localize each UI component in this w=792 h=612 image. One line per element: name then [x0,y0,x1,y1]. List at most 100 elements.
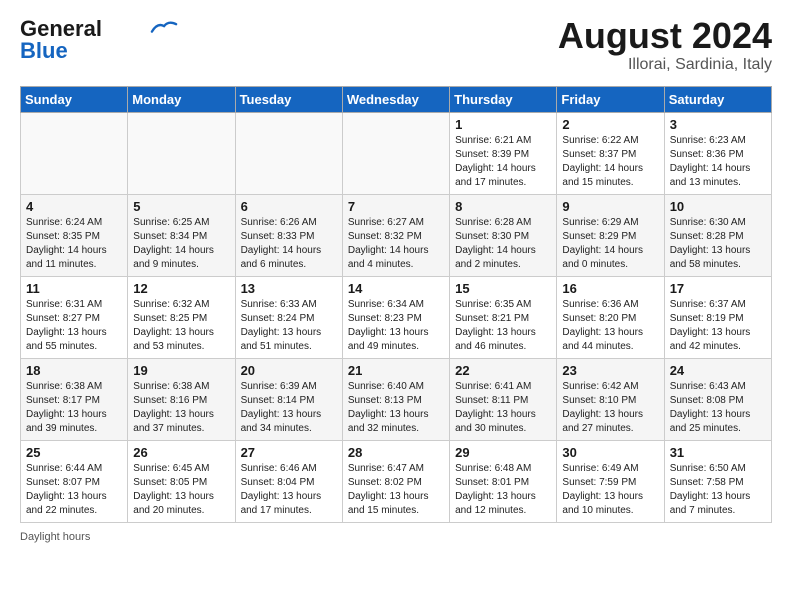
day-number: 2 [562,117,658,132]
day-number: 27 [241,445,337,460]
calendar-day-cell: 3Sunrise: 6:23 AMSunset: 8:36 PMDaylight… [664,112,771,194]
calendar-week-row: 18 Sunrise: 6:38 AMSunset: 8:17 PMDayligh… [21,358,772,440]
calendar-day-cell: 15 Sunrise: 6:35 AMSunset: 8:21 PMDayligh… [450,276,557,358]
day-number: 13 [241,281,337,296]
day-info: Sunrise: 6:36 AMSunset: 8:20 PMDaylight:… [562,298,658,354]
day-number: 18 [26,363,122,378]
day-info: Sunrise: 6:42 AMSunset: 8:10 PMDaylight:… [562,380,658,436]
day-number: 10 [670,199,766,214]
calendar-week-row: 11Sunrise: 6:31 AMSunset: 8:27 PMDayligh… [21,276,772,358]
calendar-day-cell: 6 Sunrise: 6:26 AMSunset: 8:33 PMDaylight… [235,194,342,276]
day-number: 15 [455,281,551,296]
day-info: Sunrise: 6:45 AMSunset: 8:05 PMDaylight:… [133,462,229,518]
day-info: Sunrise: 6:38 AMSunset: 8:16 PMDaylight:… [133,380,229,436]
day-number: 19 [133,363,229,378]
day-number: 21 [348,363,444,378]
day-number: 20 [241,363,337,378]
calendar-day-cell: 27 Sunrise: 6:46 AMSunset: 8:04 PMDayligh… [235,440,342,522]
day-info: Sunrise: 6:28 AMSunset: 8:30 PMDaylight:… [455,216,551,272]
day-number: 31 [670,445,766,460]
calendar-day-cell: 18 Sunrise: 6:38 AMSunset: 8:17 PMDayligh… [21,358,128,440]
title-area: August 2024 Illorai, Sardinia, Italy [558,16,772,74]
day-info: Sunrise: 6:26 AMSunset: 8:33 PMDaylight:… [241,216,337,272]
day-info: Sunrise: 6:30 AMSunset: 8:28 PMDaylight:… [670,216,766,272]
day-number: 22 [455,363,551,378]
day-info: Sunrise: 6:32 AMSunset: 8:25 PMDaylight:… [133,298,229,354]
calendar-day-cell: 19 Sunrise: 6:38 AMSunset: 8:16 PMDayligh… [128,358,235,440]
day-info: Sunrise: 6:34 AMSunset: 8:23 PMDaylight:… [348,298,444,354]
day-info: Sunrise: 6:21 AMSunset: 8:39 PMDaylight:… [455,134,551,190]
day-info: Sunrise: 6:47 AMSunset: 8:02 PMDaylight:… [348,462,444,518]
day-info: Sunrise: 6:33 AMSunset: 8:24 PMDaylight:… [241,298,337,354]
day-info: Sunrise: 6:40 AMSunset: 8:13 PMDaylight:… [348,380,444,436]
day-info: Sunrise: 6:44 AMSunset: 8:07 PMDaylight:… [26,462,122,518]
calendar-day-cell: 17 Sunrise: 6:37 AMSunset: 8:19 PMDayligh… [664,276,771,358]
calendar-week-row: 25 Sunrise: 6:44 AMSunset: 8:07 PMDayligh… [21,440,772,522]
calendar-day-cell: 25 Sunrise: 6:44 AMSunset: 8:07 PMDayligh… [21,440,128,522]
calendar-day-header: Thursday [450,86,557,112]
calendar-table: SundayMondayTuesdayWednesdayThursdayFrid… [20,86,772,523]
calendar-day-cell [342,112,449,194]
calendar-day-header: Sunday [21,86,128,112]
calendar-day-cell: 12 Sunrise: 6:32 AMSunset: 8:25 PMDayligh… [128,276,235,358]
day-info: Sunrise: 6:38 AMSunset: 8:17 PMDaylight:… [26,380,122,436]
calendar-day-cell [235,112,342,194]
calendar-day-cell: 13 Sunrise: 6:33 AMSunset: 8:24 PMDayligh… [235,276,342,358]
daylight-label: Daylight hours [20,531,90,543]
day-info: Sunrise: 6:48 AMSunset: 8:01 PMDaylight:… [455,462,551,518]
day-number: 16 [562,281,658,296]
day-number: 23 [562,363,658,378]
day-info: Sunrise: 6:31 AMSunset: 8:27 PMDaylight:… [26,298,122,354]
day-info: Sunrise: 6:27 AMSunset: 8:32 PMDaylight:… [348,216,444,272]
day-number: 17 [670,281,766,296]
calendar-day-header: Monday [128,86,235,112]
calendar-day-cell: 2Sunrise: 6:22 AMSunset: 8:37 PMDaylight… [557,112,664,194]
day-info: Sunrise: 6:29 AMSunset: 8:29 PMDaylight:… [562,216,658,272]
page-header: General Blue August 2024 Illorai, Sardin… [20,16,772,74]
calendar-day-cell: 23 Sunrise: 6:42 AMSunset: 8:10 PMDayligh… [557,358,664,440]
calendar-day-cell: 14 Sunrise: 6:34 AMSunset: 8:23 PMDayligh… [342,276,449,358]
day-info: Sunrise: 6:46 AMSunset: 8:04 PMDaylight:… [241,462,337,518]
day-info: Sunrise: 6:24 AMSunset: 8:35 PMDaylight:… [26,216,122,272]
month-year-title: August 2024 [558,16,772,56]
calendar-day-cell [21,112,128,194]
day-number: 25 [26,445,122,460]
calendar-day-cell: 10 Sunrise: 6:30 AMSunset: 8:28 PMDayligh… [664,194,771,276]
calendar-day-header: Friday [557,86,664,112]
day-number: 28 [348,445,444,460]
day-number: 24 [670,363,766,378]
calendar-header-row: SundayMondayTuesdayWednesdayThursdayFrid… [21,86,772,112]
day-number: 9 [562,199,658,214]
calendar-day-cell: 20Sunrise: 6:39 AMSunset: 8:14 PMDayligh… [235,358,342,440]
calendar-day-cell: 8 Sunrise: 6:28 AMSunset: 8:30 PMDaylight… [450,194,557,276]
logo-bird-icon [150,18,178,36]
day-info: Sunrise: 6:35 AMSunset: 8:21 PMDaylight:… [455,298,551,354]
day-number: 8 [455,199,551,214]
day-info: Sunrise: 6:37 AMSunset: 8:19 PMDaylight:… [670,298,766,354]
day-info: Sunrise: 6:23 AMSunset: 8:36 PMDaylight:… [670,134,766,190]
day-number: 7 [348,199,444,214]
day-number: 4 [26,199,122,214]
day-number: 14 [348,281,444,296]
calendar-week-row: 1 Sunrise: 6:21 AMSunset: 8:39 PMDaylight… [21,112,772,194]
day-number: 1 [455,117,551,132]
calendar-day-cell: 21 Sunrise: 6:40 AMSunset: 8:13 PMDayligh… [342,358,449,440]
logo-blue: Blue [20,38,68,64]
calendar-day-cell: 11Sunrise: 6:31 AMSunset: 8:27 PMDayligh… [21,276,128,358]
day-info: Sunrise: 6:41 AMSunset: 8:11 PMDaylight:… [455,380,551,436]
calendar-day-cell: 29 Sunrise: 6:48 AMSunset: 8:01 PMDayligh… [450,440,557,522]
calendar-day-cell: 28 Sunrise: 6:47 AMSunset: 8:02 PMDayligh… [342,440,449,522]
calendar-day-cell: 26Sunrise: 6:45 AMSunset: 8:05 PMDayligh… [128,440,235,522]
day-number: 6 [241,199,337,214]
calendar-body: 1 Sunrise: 6:21 AMSunset: 8:39 PMDaylight… [21,112,772,522]
calendar-day-cell: 7 Sunrise: 6:27 AMSunset: 8:32 PMDaylight… [342,194,449,276]
calendar-day-cell: 9 Sunrise: 6:29 AMSunset: 8:29 PMDaylight… [557,194,664,276]
day-number: 29 [455,445,551,460]
calendar-day-cell: 22 Sunrise: 6:41 AMSunset: 8:11 PMDayligh… [450,358,557,440]
calendar-day-header: Wednesday [342,86,449,112]
day-number: 12 [133,281,229,296]
calendar-day-cell: 24Sunrise: 6:43 AMSunset: 8:08 PMDayligh… [664,358,771,440]
location-subtitle: Illorai, Sardinia, Italy [558,56,772,74]
calendar-day-cell: 1 Sunrise: 6:21 AMSunset: 8:39 PMDaylight… [450,112,557,194]
day-info: Sunrise: 6:49 AMSunset: 7:59 PMDaylight:… [562,462,658,518]
